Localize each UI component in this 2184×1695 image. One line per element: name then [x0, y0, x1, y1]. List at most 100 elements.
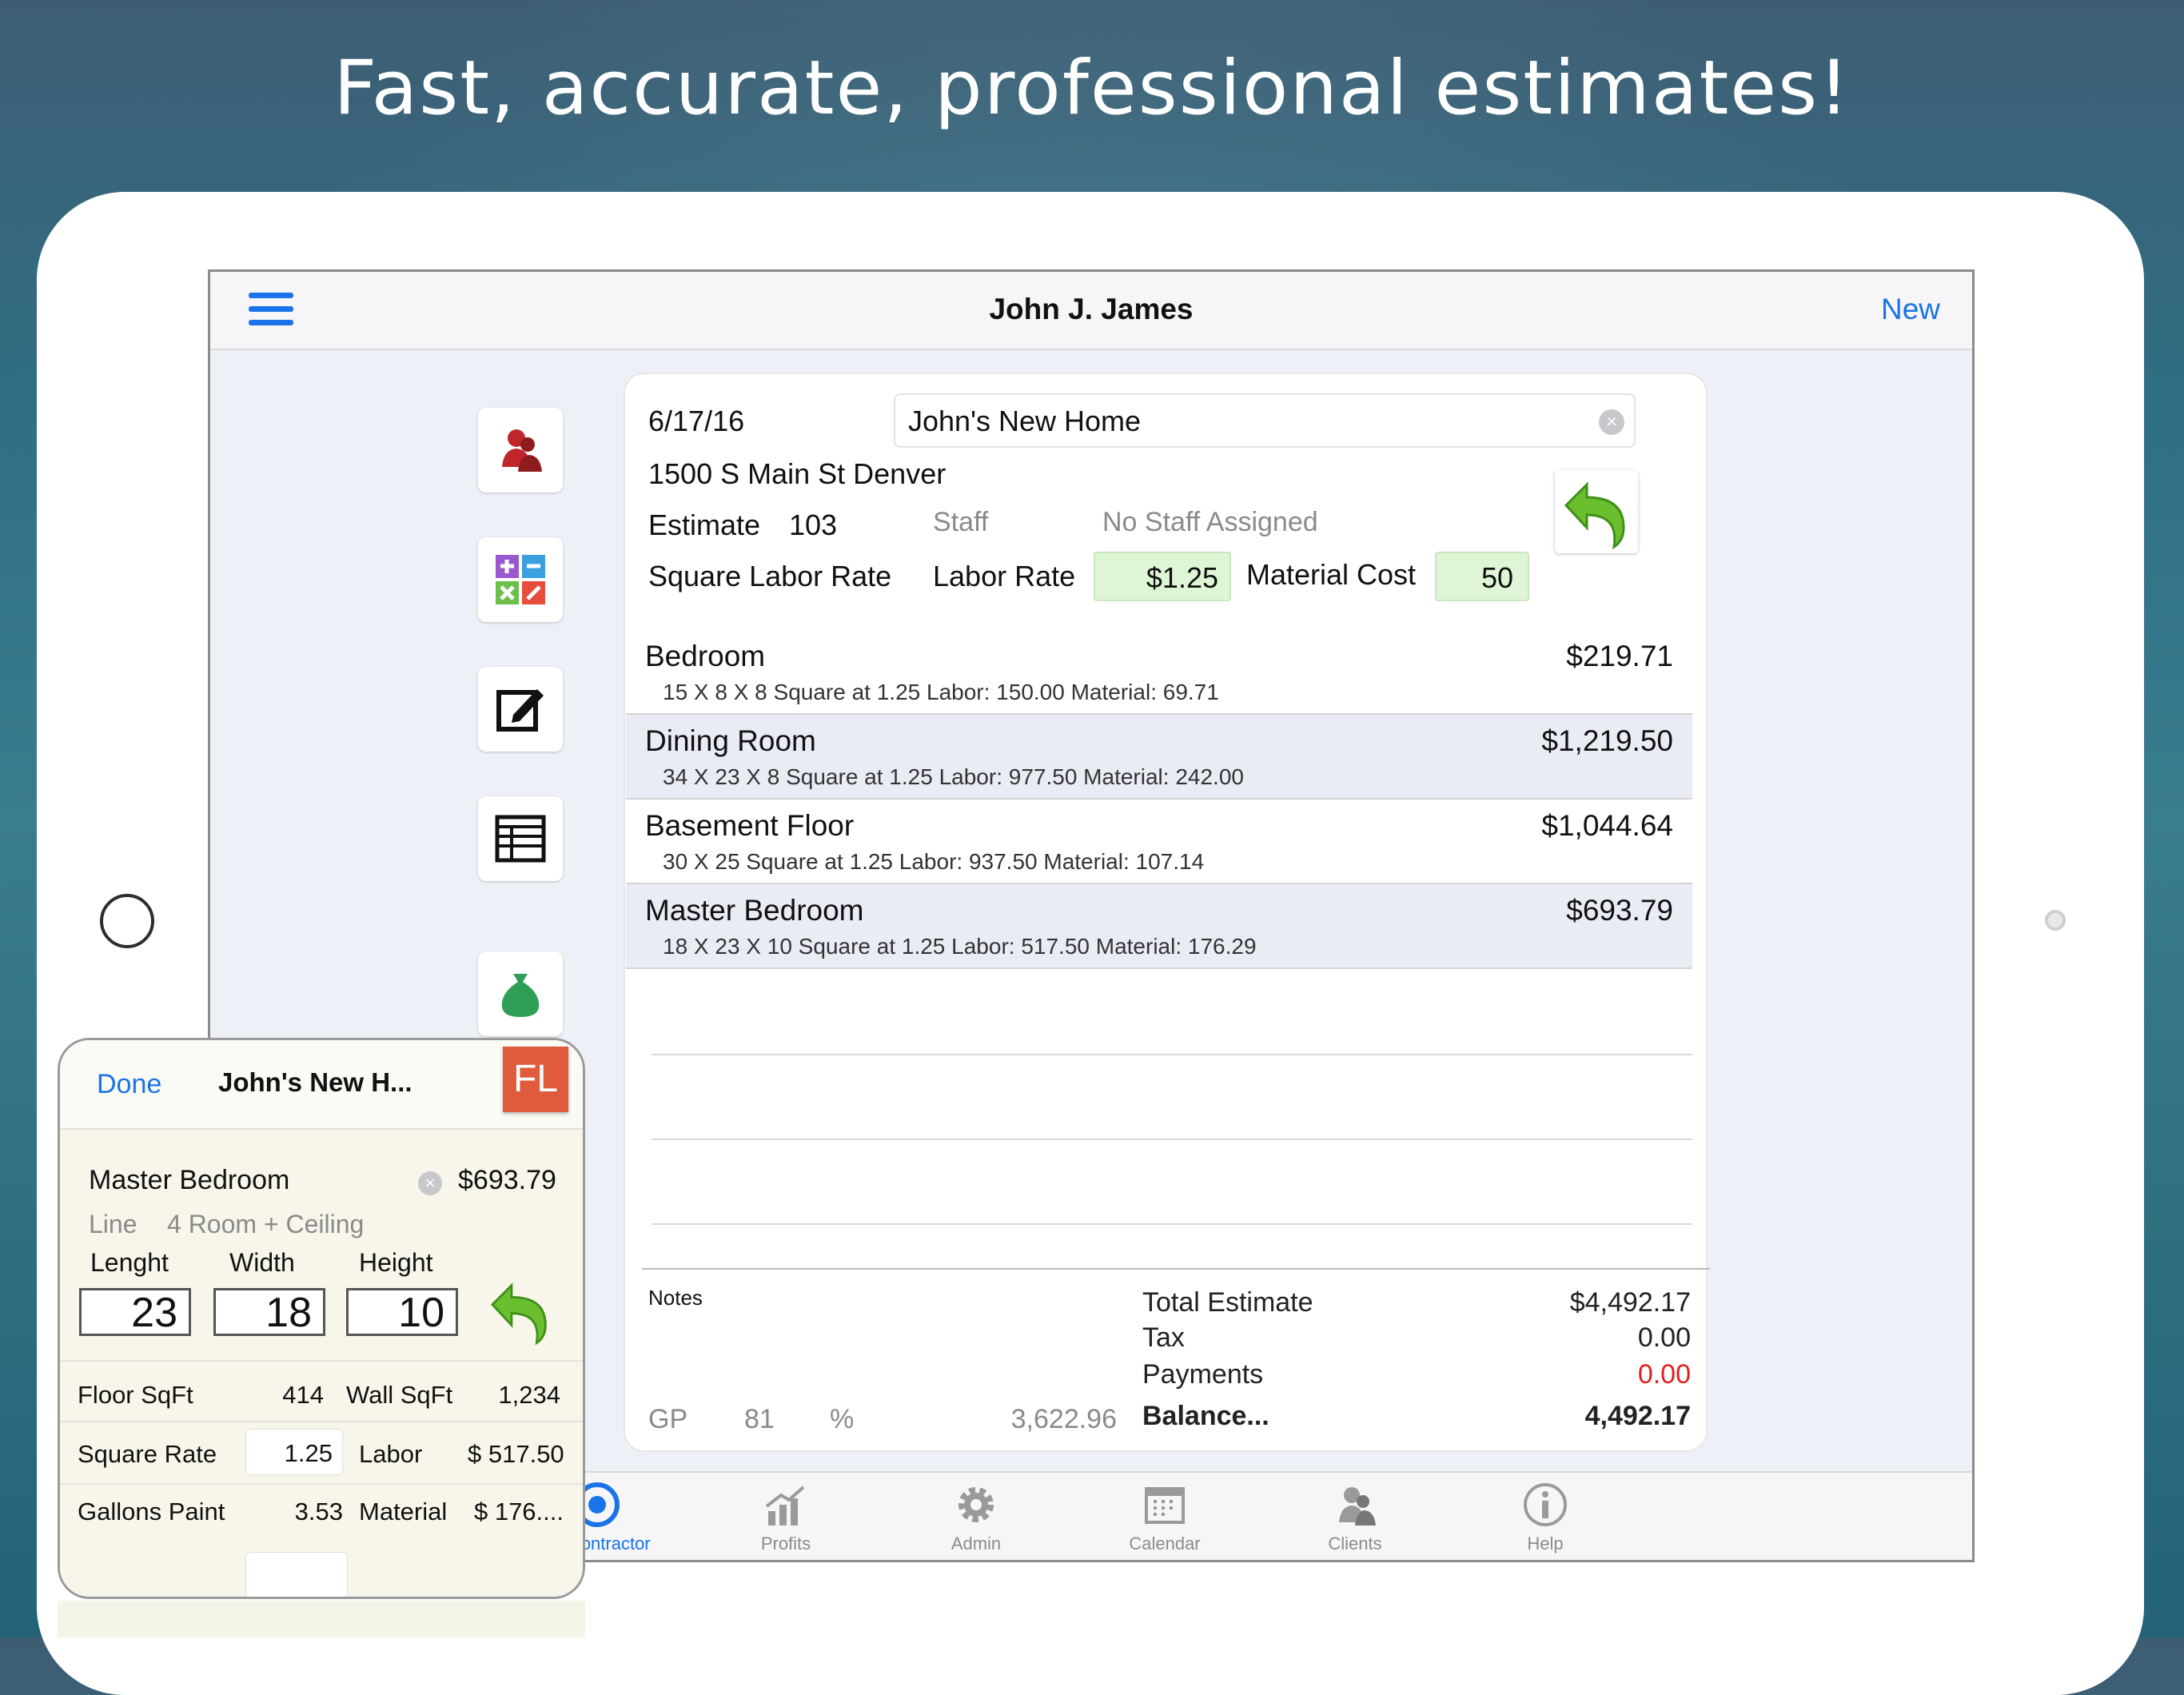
payments-label: Payments [1142, 1359, 1264, 1390]
estimate-number: 103 [789, 508, 838, 541]
room-name: Master Bedroom [645, 894, 864, 927]
home-button[interactable] [100, 894, 154, 948]
tab-label: Help [1527, 1533, 1564, 1553]
gp-value: 81 [744, 1404, 775, 1434]
room-popover: Done John's New H... FL Master Bedroom ×… [58, 1038, 585, 1599]
info-icon [1524, 1483, 1567, 1526]
summary-divider [642, 1268, 1710, 1270]
material-cost-label: Material Cost [1246, 558, 1417, 591]
estimate-date: 6/17/16 [648, 405, 745, 437]
material-cost-field[interactable]: 50 [1435, 552, 1529, 601]
estimate-label: Estimate [648, 508, 761, 541]
width-label: Width [229, 1248, 295, 1277]
empty-row-divider [652, 1139, 1692, 1140]
tab-label: Admin [951, 1533, 1002, 1553]
gp-amount: 3,622.96 [1010, 1404, 1117, 1434]
labor-rate-label: Labor Rate [933, 560, 1076, 592]
square-rate-value: 1.25 [284, 1439, 333, 1467]
room-detail: 18 X 23 X 10 Square at 1.25 Labor: 517.5… [663, 934, 1257, 959]
rate-type[interactable]: Square Labor Rate [648, 560, 891, 593]
wall-sqft-value: 1,234 [498, 1381, 560, 1409]
table-icon [495, 815, 546, 863]
labor-rate-field[interactable]: $1.25 [1094, 552, 1231, 601]
room-name: Master Bedroom [89, 1165, 290, 1195]
payments-value: 0.00 [1637, 1359, 1691, 1390]
profits-chart-icon [765, 1486, 805, 1526]
line-label: Line [89, 1210, 137, 1238]
tab-calendar[interactable]: Calendar [1085, 1473, 1245, 1560]
clients-icon [502, 429, 542, 472]
staff-label: Staff [933, 507, 989, 537]
total-label: Total Estimate [1142, 1287, 1313, 1318]
gp-label: GP [648, 1404, 688, 1434]
tab-label: Calendar [1129, 1533, 1201, 1553]
material-value: $ 176.... [473, 1498, 564, 1526]
staff-value[interactable]: No Staff Assigned [1102, 507, 1318, 538]
wall-sqft-label: Wall SqFt [346, 1381, 453, 1409]
length-field[interactable]: 23 [79, 1288, 191, 1336]
calendar-icon [1145, 1487, 1185, 1524]
table-button[interactable] [478, 796, 563, 881]
popover-title: John's New H... [218, 1067, 412, 1097]
floor-sqft-label: Floor SqFt [78, 1381, 193, 1409]
job-name-field[interactable]: John's New Home × [894, 393, 1636, 448]
notes-label: Notes [648, 1286, 703, 1310]
room-row[interactable]: Bedroom $219.71 15 X 8 X 8 Square at 1.2… [626, 630, 1692, 715]
popover-body: Master Bedroom × $693.79 Line 4 Room + C… [60, 1130, 583, 1597]
floor-sqft-value: 414 [282, 1381, 324, 1409]
room-row[interactable]: Master Bedroom $693.79 18 X 23 X 10 Squa… [626, 884, 1692, 969]
width-field[interactable]: 18 [213, 1288, 325, 1336]
divider [60, 1360, 583, 1362]
square-rate-label: Square Rate [78, 1440, 217, 1468]
material-label: Material [359, 1498, 448, 1526]
done-button[interactable]: Done [97, 1069, 161, 1100]
divider [60, 1483, 583, 1485]
tab-admin[interactable]: Admin [896, 1473, 1056, 1560]
labor-rate-value: $1.25 [1146, 561, 1218, 594]
labor-label: Labor [359, 1440, 423, 1468]
money-bag-icon [501, 974, 540, 1017]
room-detail: 34 X 23 X 8 Square at 1.25 Labor: 977.50… [663, 764, 1244, 789]
address: 1500 S Main St Denver [648, 457, 947, 490]
edit-button[interactable] [478, 667, 563, 752]
square-rate-field[interactable]: 1.25 [245, 1429, 343, 1475]
tax-label: Tax [1142, 1322, 1185, 1353]
labor-value: $ 517.50 [468, 1440, 564, 1468]
fl-badge[interactable]: FL [503, 1047, 568, 1112]
room-row[interactable]: Dining Room $1,219.50 34 X 23 X 8 Square… [626, 715, 1692, 800]
clients-button[interactable] [478, 408, 563, 493]
room-name: Bedroom [645, 640, 766, 672]
popover-header: Done John's New H... FL [60, 1040, 583, 1130]
gallons-label: Gallons Paint [78, 1498, 225, 1526]
clear-icon[interactable]: × [418, 1171, 442, 1195]
calculator-button[interactable] [478, 537, 563, 622]
undo-arrow-icon[interactable] [482, 1272, 559, 1349]
new-button[interactable]: New [1881, 293, 1940, 326]
empty-row-divider [652, 1223, 1692, 1225]
undo-button[interactable] [1555, 470, 1638, 553]
room-amount: $693.79 [1566, 894, 1673, 927]
tab-profits[interactable]: Profits [706, 1473, 866, 1560]
tab-label: Profits [760, 1533, 811, 1553]
height-field[interactable]: 10 [346, 1288, 458, 1336]
clear-icon[interactable]: × [1599, 409, 1624, 435]
clients-icon [1339, 1487, 1376, 1526]
empty-field[interactable] [245, 1552, 348, 1597]
balance-label[interactable]: Balance... [1142, 1401, 1269, 1432]
room-amount: $219.71 [1566, 640, 1673, 672]
tab-help[interactable]: Help [1465, 1473, 1625, 1560]
room-detail: 30 X 25 Square at 1.25 Labor: 937.50 Mat… [663, 849, 1205, 874]
room-row[interactable]: Basement Floor $1,044.64 30 X 25 Square … [626, 800, 1692, 884]
money-bag-button[interactable] [478, 951, 563, 1036]
calculator-icon [496, 555, 545, 604]
tab-clients[interactable]: Clients [1275, 1473, 1435, 1560]
edit-icon [496, 689, 544, 732]
gallons-value: 3.53 [294, 1498, 343, 1526]
navbar: John J. James New [210, 272, 1972, 350]
popover-footer-strip [58, 1601, 585, 1637]
line-value[interactable]: 4 Room + Ceiling [167, 1210, 364, 1239]
room-name: Dining Room [645, 724, 816, 757]
headline: Fast, accurate, professional estimates! [333, 45, 1851, 132]
divider [60, 1421, 583, 1422]
job-name-value: John's New Home [908, 405, 1141, 437]
